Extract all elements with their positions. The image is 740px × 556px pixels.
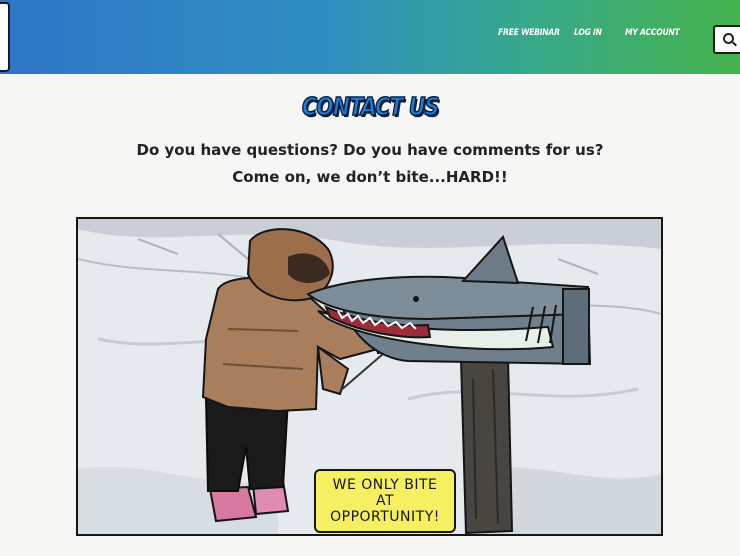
comic-image: WE ONLY BITE AT OPPORTUNITY! xyxy=(76,217,663,536)
site-logo[interactable] xyxy=(0,2,10,72)
search-icon xyxy=(723,33,734,44)
site-header: FREE WEBINAR LOG IN MY ACCOUNT xyxy=(0,0,740,74)
subtitle-line-2: Come on, we don’t bite...HARD!! xyxy=(232,168,508,186)
comic-caption-text: WE ONLY BITE AT OPPORTUNITY! xyxy=(330,477,440,525)
page-title: CONTACT US xyxy=(0,91,740,122)
subtitle-line-1: Do you have questions? Do you have comme… xyxy=(136,141,604,159)
search-button[interactable] xyxy=(713,25,740,54)
page-title-text: CONTACT US xyxy=(301,91,440,122)
nav-my-account[interactable]: MY ACCOUNT xyxy=(625,28,680,38)
nav-log-in[interactable]: LOG IN xyxy=(574,28,602,38)
nav-free-webinar[interactable]: FREE WEBINAR xyxy=(498,28,560,38)
comic-caption: WE ONLY BITE AT OPPORTUNITY! xyxy=(314,469,456,533)
